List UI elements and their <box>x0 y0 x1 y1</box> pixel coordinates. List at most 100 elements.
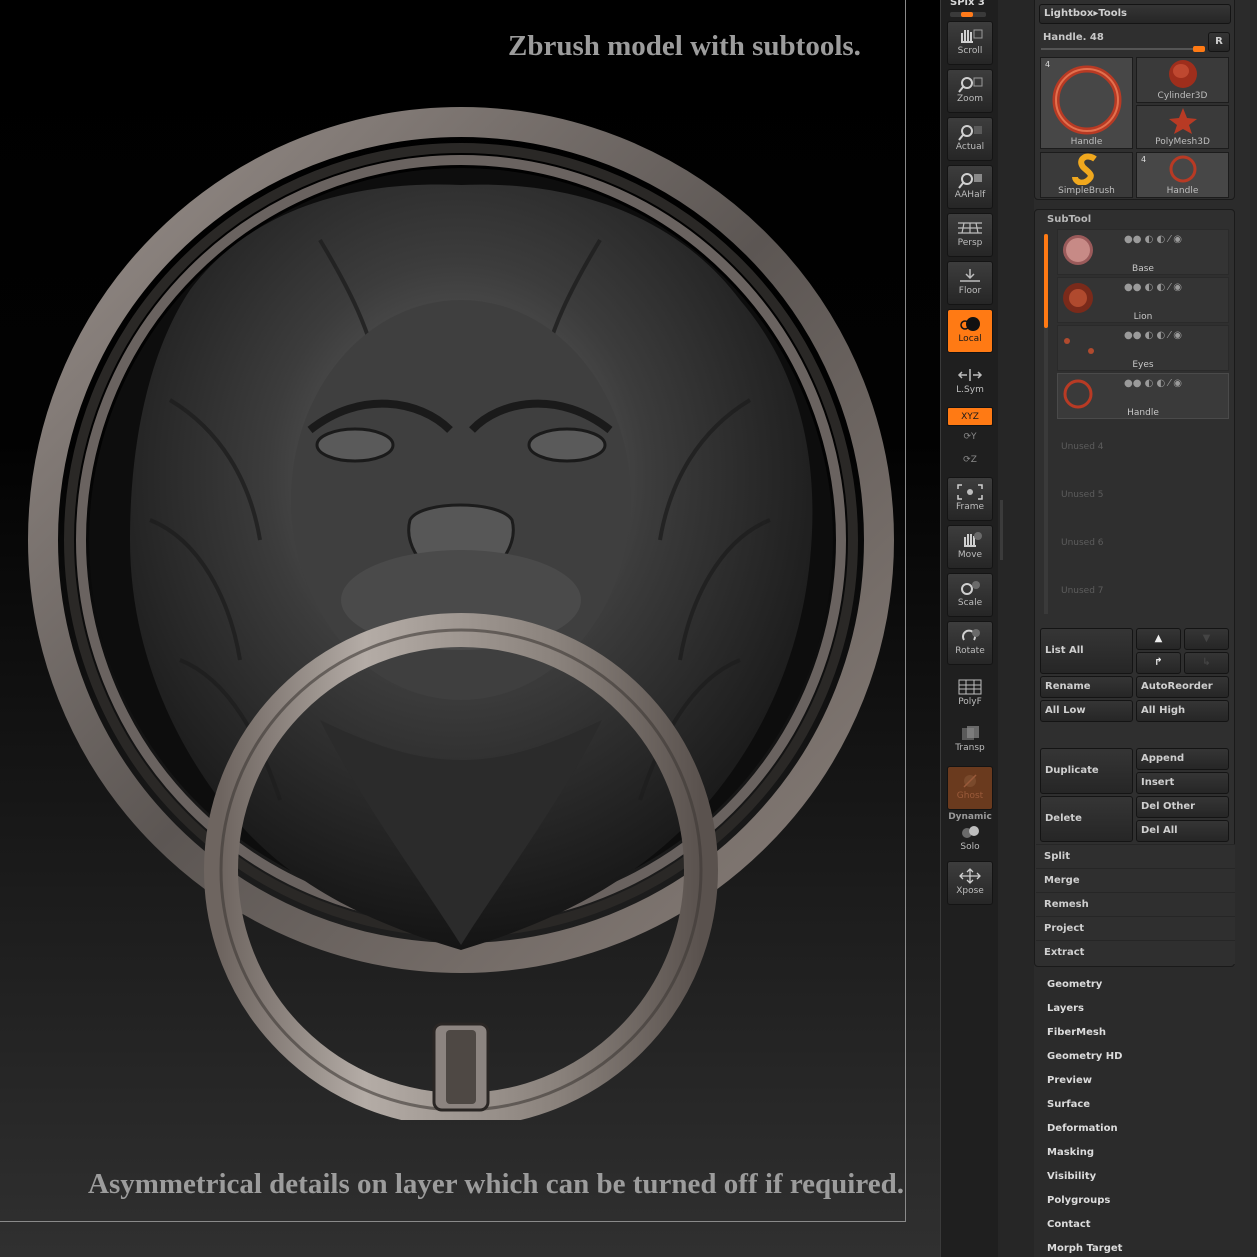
zoom-label: Zoom <box>957 94 983 104</box>
unused-slot: Unused 5 <box>1061 490 1104 500</box>
frame-button[interactable]: Frame <box>947 477 993 521</box>
xyz-symmetry-button[interactable]: XYZ <box>947 407 993 426</box>
ring-icon <box>1052 65 1121 135</box>
section-surface[interactable]: Surface <box>1047 1099 1090 1110</box>
duplicate-button[interactable]: Duplicate <box>1040 748 1133 794</box>
zoom-button[interactable]: Zoom <box>947 69 993 113</box>
section-preview[interactable]: Preview <box>1047 1075 1092 1086</box>
tool-thumb-polymesh3d[interactable]: PolyMesh3D <box>1136 105 1229 149</box>
ghost-icon <box>963 774 977 788</box>
solo-label: Solo <box>960 842 980 852</box>
panel-divider[interactable] <box>998 0 1034 1257</box>
insert-button[interactable]: Insert <box>1136 772 1229 794</box>
rename-button[interactable]: Rename <box>1040 676 1133 698</box>
actual-label: Actual <box>955 142 985 152</box>
append-button[interactable]: Append <box>1136 748 1229 770</box>
aahalf-button[interactable]: AAHalf <box>947 165 993 209</box>
lion-door-knocker-model[interactable] <box>20 100 900 1120</box>
move-label: Move <box>957 550 983 560</box>
move-down-button[interactable]: ▼ <box>1184 628 1229 650</box>
subtool-item-lion[interactable]: ●● ◐ ◐ ⁄ ◉ Lion <box>1057 277 1229 323</box>
subtool-item-base[interactable]: ●● ◐ ◐ ⁄ ◉ Base <box>1057 229 1229 275</box>
actual-button[interactable]: Actual <box>947 117 993 161</box>
axis-y-toggle[interactable]: ⟳Y <box>947 432 993 442</box>
tool-box: Lightbox▸Tools Handle. 48 R 4 Handle Cyl… <box>1034 0 1235 200</box>
canvas-viewport[interactable]: Zbrush model with subtools. Asymmetrical… <box>0 0 940 1257</box>
lsym-button[interactable]: L.Sym <box>947 361 993 405</box>
tools-link[interactable]: Tools <box>1098 8 1127 19</box>
tool-slider[interactable] <box>1041 46 1205 52</box>
current-tool-label: Handle. 48 <box>1043 32 1104 43</box>
ghost-button[interactable]: Ghost <box>947 766 993 810</box>
tool-thumb-cylinder3d[interactable]: Cylinder3D <box>1136 57 1229 103</box>
xpose-icon <box>959 868 981 884</box>
tool-thumb-handle[interactable]: 4 Handle <box>1040 57 1133 149</box>
section-morph-target[interactable]: Morph Target <box>1047 1243 1122 1254</box>
polyf-button[interactable]: PolyF <box>947 673 993 717</box>
lightbox-link[interactable]: Lightbox <box>1044 8 1093 19</box>
all-high-button[interactable]: All High <box>1136 700 1229 722</box>
move-down-right-button[interactable]: ↳ <box>1184 652 1229 674</box>
subtool-name: Handle <box>1127 408 1159 418</box>
subtool-item-handle[interactable]: ●● ◐ ◐ ⁄ ◉ Handle <box>1057 373 1229 419</box>
floor-icon <box>960 269 980 282</box>
thumb-count: 4 <box>1141 155 1147 164</box>
del-other-button[interactable]: Del Other <box>1136 796 1229 818</box>
visibility-toggles-icon[interactable]: ●● ◐ ◐ ⁄ ◉ <box>1124 234 1182 245</box>
zbrush-window: Zbrush model with subtools. Asymmetrical… <box>0 0 1257 1257</box>
tool-thumb-handle-small[interactable]: 4 Handle <box>1136 152 1229 198</box>
subtool-title[interactable]: SubTool <box>1047 214 1091 225</box>
visibility-toggles-icon[interactable]: ●● ◐ ◐ ⁄ ◉ <box>1124 330 1182 341</box>
xpose-button[interactable]: Xpose <box>947 861 993 905</box>
scroll-button[interactable]: Scroll <box>947 21 993 65</box>
subtool-box: SubTool ●● ◐ ◐ ⁄ ◉ Base ●● ◐ ◐ ⁄ ◉ Lion … <box>1034 209 1235 967</box>
merge-menu[interactable]: Merge <box>1036 868 1235 892</box>
section-contact[interactable]: Contact <box>1047 1219 1091 1230</box>
transp-button[interactable]: Transp <box>947 719 993 763</box>
all-low-button[interactable]: All Low <box>1040 700 1133 722</box>
lightbox-tools-breadcrumb[interactable]: Lightbox▸Tools <box>1039 4 1231 24</box>
tool-thumb-simplebrush[interactable]: SimpleBrush <box>1040 152 1133 198</box>
extract-menu[interactable]: Extract <box>1036 940 1235 964</box>
scale-button[interactable]: Scale <box>947 573 993 617</box>
r-button[interactable]: R <box>1208 32 1230 52</box>
section-fibermesh[interactable]: FiberMesh <box>1047 1027 1106 1038</box>
del-all-button[interactable]: Del All <box>1136 820 1229 842</box>
spix-slider[interactable] <box>950 12 986 17</box>
subtool-name: Base <box>1132 264 1154 274</box>
section-visibility[interactable]: Visibility <box>1047 1171 1096 1182</box>
ring-icon <box>1169 155 1196 183</box>
solo-button[interactable]: Solo <box>947 818 993 862</box>
move-up-button[interactable]: ▲ <box>1136 628 1181 650</box>
subtool-scrollbar[interactable] <box>1044 234 1048 614</box>
axis-z-toggle[interactable]: ⟳Z <box>947 455 993 465</box>
section-geometry-hd[interactable]: Geometry HD <box>1047 1051 1122 1062</box>
local-button[interactable]: Local <box>947 309 993 353</box>
project-menu[interactable]: Project <box>1036 916 1235 940</box>
subtool-item-eyes[interactable]: ●● ◐ ◐ ⁄ ◉ Eyes <box>1057 325 1229 371</box>
autoreorder-button[interactable]: AutoReorder <box>1136 676 1229 698</box>
transparency-icon <box>962 726 979 740</box>
visibility-toggles-icon[interactable]: ●● ◐ ◐ ⁄ ◉ <box>1124 378 1182 389</box>
split-menu[interactable]: Split <box>1036 844 1235 868</box>
visibility-toggles-icon[interactable]: ●● ◐ ◐ ⁄ ◉ <box>1124 282 1182 293</box>
list-all-button[interactable]: List All <box>1040 628 1133 674</box>
axis-y-label: Y <box>971 432 977 442</box>
remesh-menu[interactable]: Remesh <box>1036 892 1235 916</box>
subtool-name: Eyes <box>1132 360 1154 370</box>
move-button[interactable]: Move <box>947 525 993 569</box>
unused-slot: Unused 4 <box>1061 442 1104 452</box>
hand-icon <box>961 29 983 43</box>
section-polygroups[interactable]: Polygroups <box>1047 1195 1110 1206</box>
tool-palette: Lightbox▸Tools Handle. 48 R 4 Handle Cyl… <box>1034 0 1235 1257</box>
persp-button[interactable]: Persp <box>947 213 993 257</box>
section-geometry[interactable]: Geometry <box>1047 979 1102 990</box>
section-deformation[interactable]: Deformation <box>1047 1123 1118 1134</box>
delete-button[interactable]: Delete <box>1040 796 1133 842</box>
rotate-button[interactable]: Rotate <box>947 621 993 665</box>
section-layers[interactable]: Layers <box>1047 1003 1084 1014</box>
persp-label: Persp <box>957 238 983 248</box>
move-up-right-button[interactable]: ↱ <box>1136 652 1181 674</box>
section-masking[interactable]: Masking <box>1047 1147 1094 1158</box>
floor-button[interactable]: Floor <box>947 261 993 305</box>
